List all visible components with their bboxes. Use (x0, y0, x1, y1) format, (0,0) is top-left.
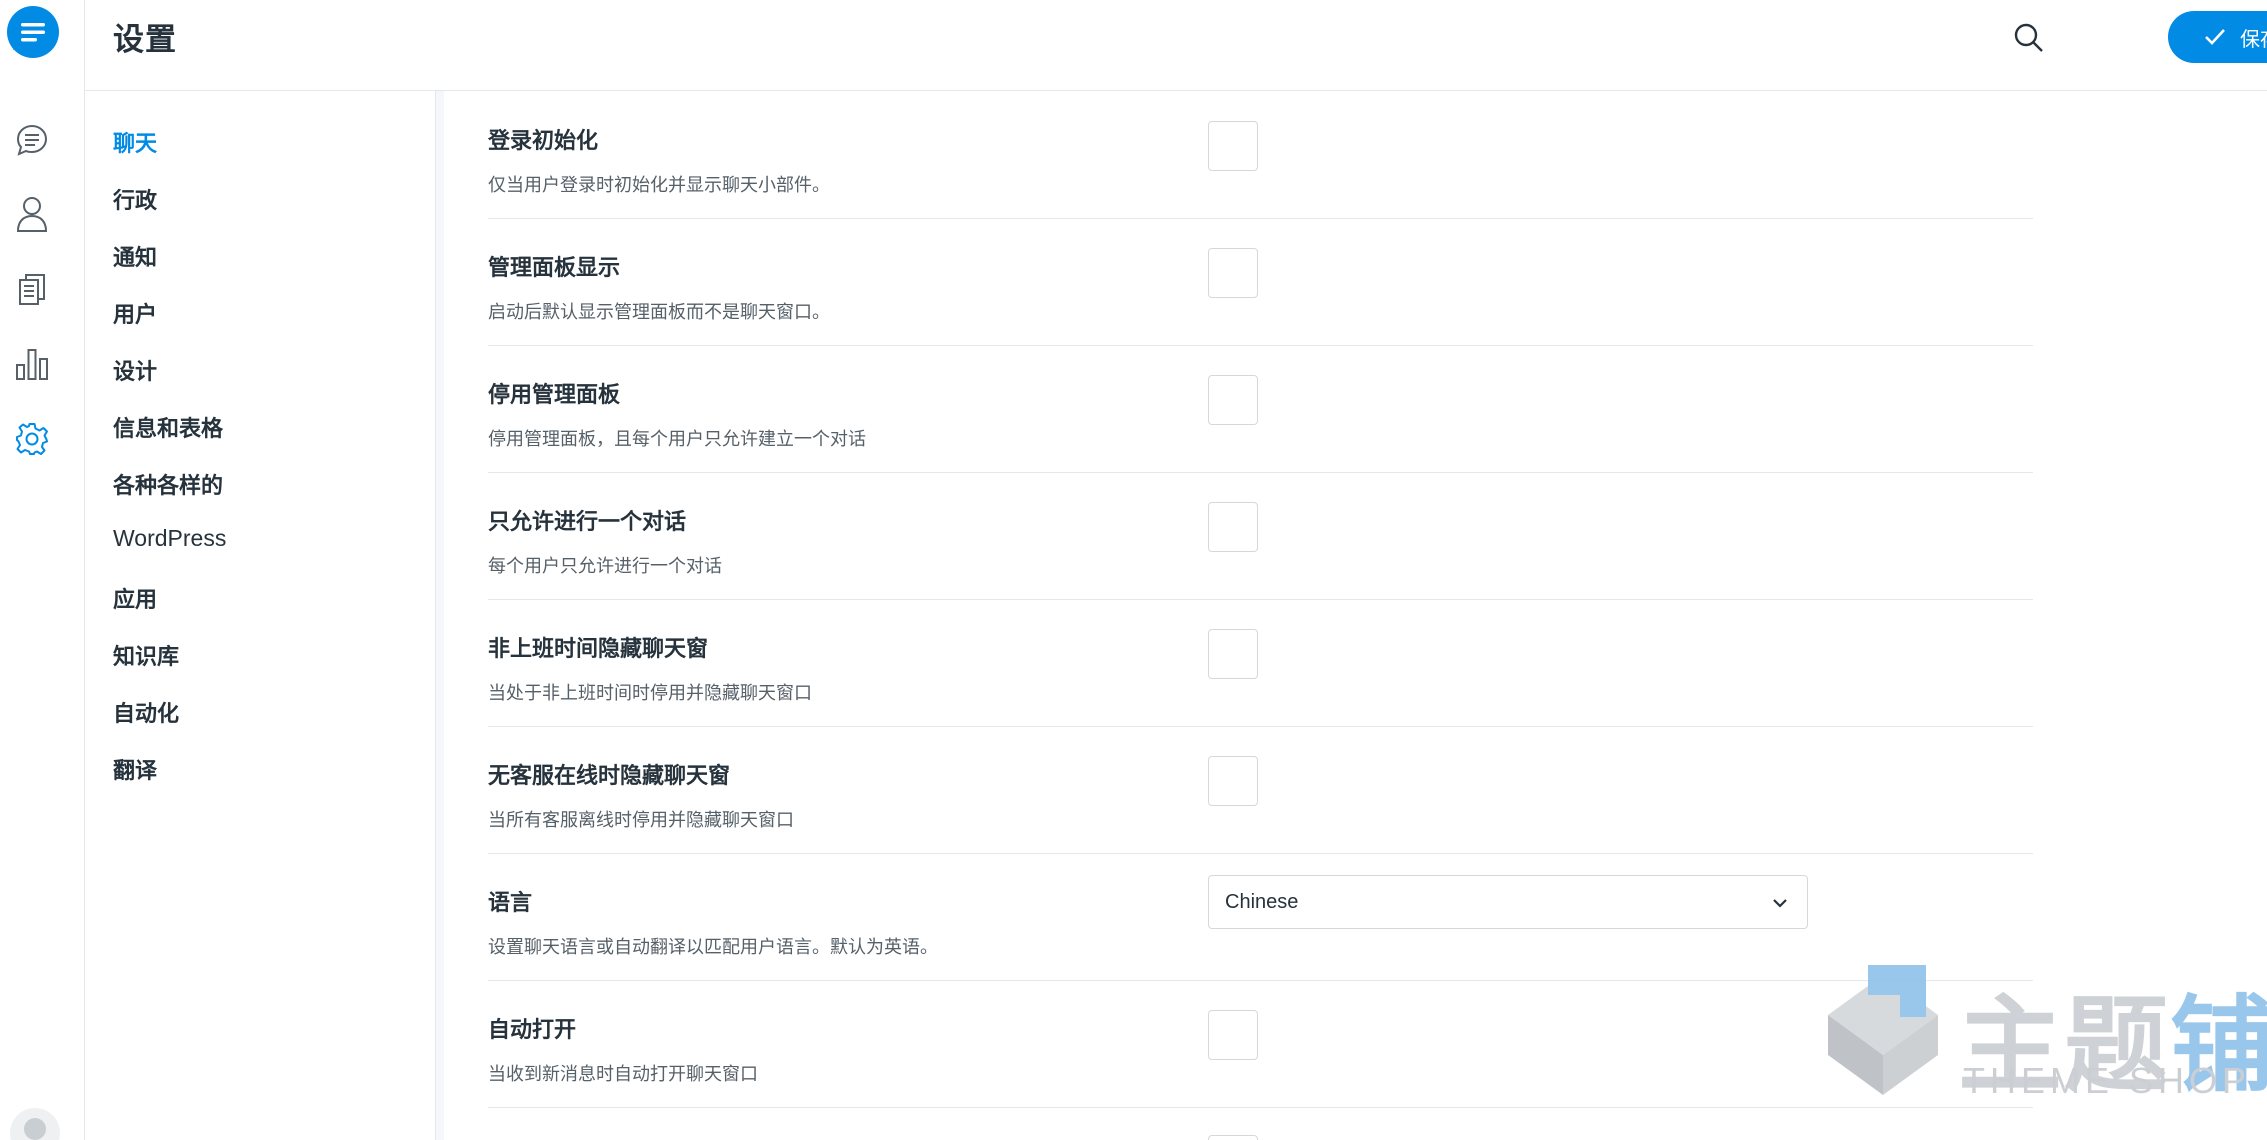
settings-app: 设置 保存更改 聊天 行政 通知 用户 设计 信息和表格 各种各样的 WordP… (0, 0, 2267, 1140)
theme-shop-logo-icon (1828, 965, 1938, 1095)
icon-rail (0, 0, 85, 1140)
setting-title: 登录初始化 (488, 129, 599, 154)
nav-item-messages-forms[interactable]: 信息和表格 (113, 411, 223, 443)
setting-description: 当所有客服离线时停用并隐藏聊天窗口 (488, 810, 794, 831)
app-logo-icon[interactable] (5, 4, 61, 60)
setting-title: 停用管理面板 (488, 383, 621, 408)
hide-offline-hours-checkbox[interactable] (1208, 629, 1258, 679)
settings-gear-icon[interactable] (12, 419, 52, 459)
admin-panel-display-checkbox[interactable] (1208, 248, 1258, 298)
setting-title: 非上班时间隐藏聊天窗 (488, 637, 709, 662)
save-changes-label: 保存更改 (2240, 26, 2267, 51)
settings-nav: 聊天 行政 通知 用户 设计 信息和表格 各种各样的 WordPress 应用 … (85, 91, 436, 1140)
login-init-checkbox[interactable] (1208, 121, 1258, 171)
search-button[interactable] (2007, 16, 2051, 60)
nav-item-automation[interactable]: 自动化 (113, 696, 179, 728)
setting-title: 管理面板显示 (488, 256, 621, 281)
search-icon (2014, 23, 2043, 52)
setting-row-auto-open: 自动打开 当收到新消息时自动打开聊天窗口 (488, 980, 2033, 1108)
watermark: 主题铺 THEME SHOP (1808, 950, 2267, 1110)
nav-item-apps[interactable]: 应用 (113, 582, 157, 614)
nav-item-miscellaneous[interactable]: 各种各样的 (113, 468, 223, 500)
setting-title: 语言 (488, 891, 533, 916)
setting-title: 自动打开 (488, 1018, 577, 1043)
reports-icon[interactable] (12, 344, 52, 384)
setting-row-language: 语言 设置聊天语言或自动翻译以匹配用户语言。默认为英语。 Chinese (488, 853, 2033, 981)
language-select-value: Chinese (1225, 890, 1299, 913)
setting-row-hide-no-agents: 无客服在线时隐藏聊天窗 当所有客服离线时停用并隐藏聊天窗口 (488, 726, 2033, 854)
articles-icon[interactable] (12, 270, 52, 310)
nav-item-users[interactable]: 用户 (113, 297, 157, 329)
page-header: 设置 保存更改 (85, 0, 2267, 91)
setting-description: 停用管理面板，且每个用户只允许建立一个对话 (488, 429, 866, 450)
nav-item-admin[interactable]: 行政 (113, 183, 157, 215)
setting-row-single-conversation: 只允许进行一个对话 每个用户只允许进行一个对话 (488, 472, 2033, 600)
nav-item-knowledge-base[interactable]: 知识库 (113, 639, 179, 671)
single-conversation-checkbox[interactable] (1208, 502, 1258, 552)
setting-row-admin-panel-display: 管理面板显示 启动后默认显示管理面板而不是聊天窗口。 (488, 218, 2033, 346)
nav-item-wordpress[interactable]: WordPress (113, 525, 226, 552)
setting-description: 当处于非上班时间时停用并隐藏聊天窗口 (488, 683, 812, 704)
setting-description: 每个用户只允许进行一个对话 (488, 556, 722, 577)
disable-admin-panel-checkbox[interactable] (1208, 375, 1258, 425)
hide-no-agents-checkbox[interactable] (1208, 756, 1258, 806)
nav-item-chat[interactable]: 聊天 (113, 126, 157, 158)
check-icon (2205, 29, 2225, 45)
nav-item-design[interactable]: 设计 (113, 354, 157, 386)
setting-description: 启动后默认显示管理面板而不是聊天窗口。 (488, 302, 830, 323)
users-icon[interactable] (12, 194, 52, 234)
watermark-en-text: THEME SHOP (1963, 1060, 2252, 1101)
setting-row-hide-offline-hours: 非上班时间隐藏聊天窗 当处于非上班时间时停用并隐藏聊天窗口 (488, 599, 2033, 727)
auto-open-checkbox[interactable] (1208, 1010, 1258, 1060)
setting-description: 设置聊天语言或自动翻译以匹配用户语言。默认为英语。 (488, 937, 938, 958)
avatar[interactable] (10, 1108, 60, 1140)
nav-item-translation[interactable]: 翻译 (113, 753, 157, 785)
page-title: 设置 (113, 22, 177, 58)
setting-row-disable-admin-panel: 停用管理面板 停用管理面板，且每个用户只允许建立一个对话 (488, 345, 2033, 473)
setting-title: 无客服在线时隐藏聊天窗 (488, 764, 731, 789)
save-changes-button[interactable]: 保存更改 (2168, 11, 2267, 63)
nav-divider (436, 91, 444, 1140)
nav-item-notifications[interactable]: 通知 (113, 240, 157, 272)
setting-description: 仅当用户登录时初始化并显示聊天小部件。 (488, 175, 830, 196)
language-select[interactable]: Chinese (1208, 875, 1808, 929)
setting-title: 只允许进行一个对话 (488, 510, 687, 535)
setting-row-login-init: 登录初始化 仅当用户登录时初始化并显示聊天小部件。 (488, 91, 2033, 219)
next-setting-checkbox[interactable] (1208, 1135, 1258, 1140)
conversations-icon[interactable] (12, 120, 52, 160)
chevron-down-icon (1773, 899, 1787, 908)
setting-description: 当收到新消息时自动打开聊天窗口 (488, 1064, 758, 1085)
